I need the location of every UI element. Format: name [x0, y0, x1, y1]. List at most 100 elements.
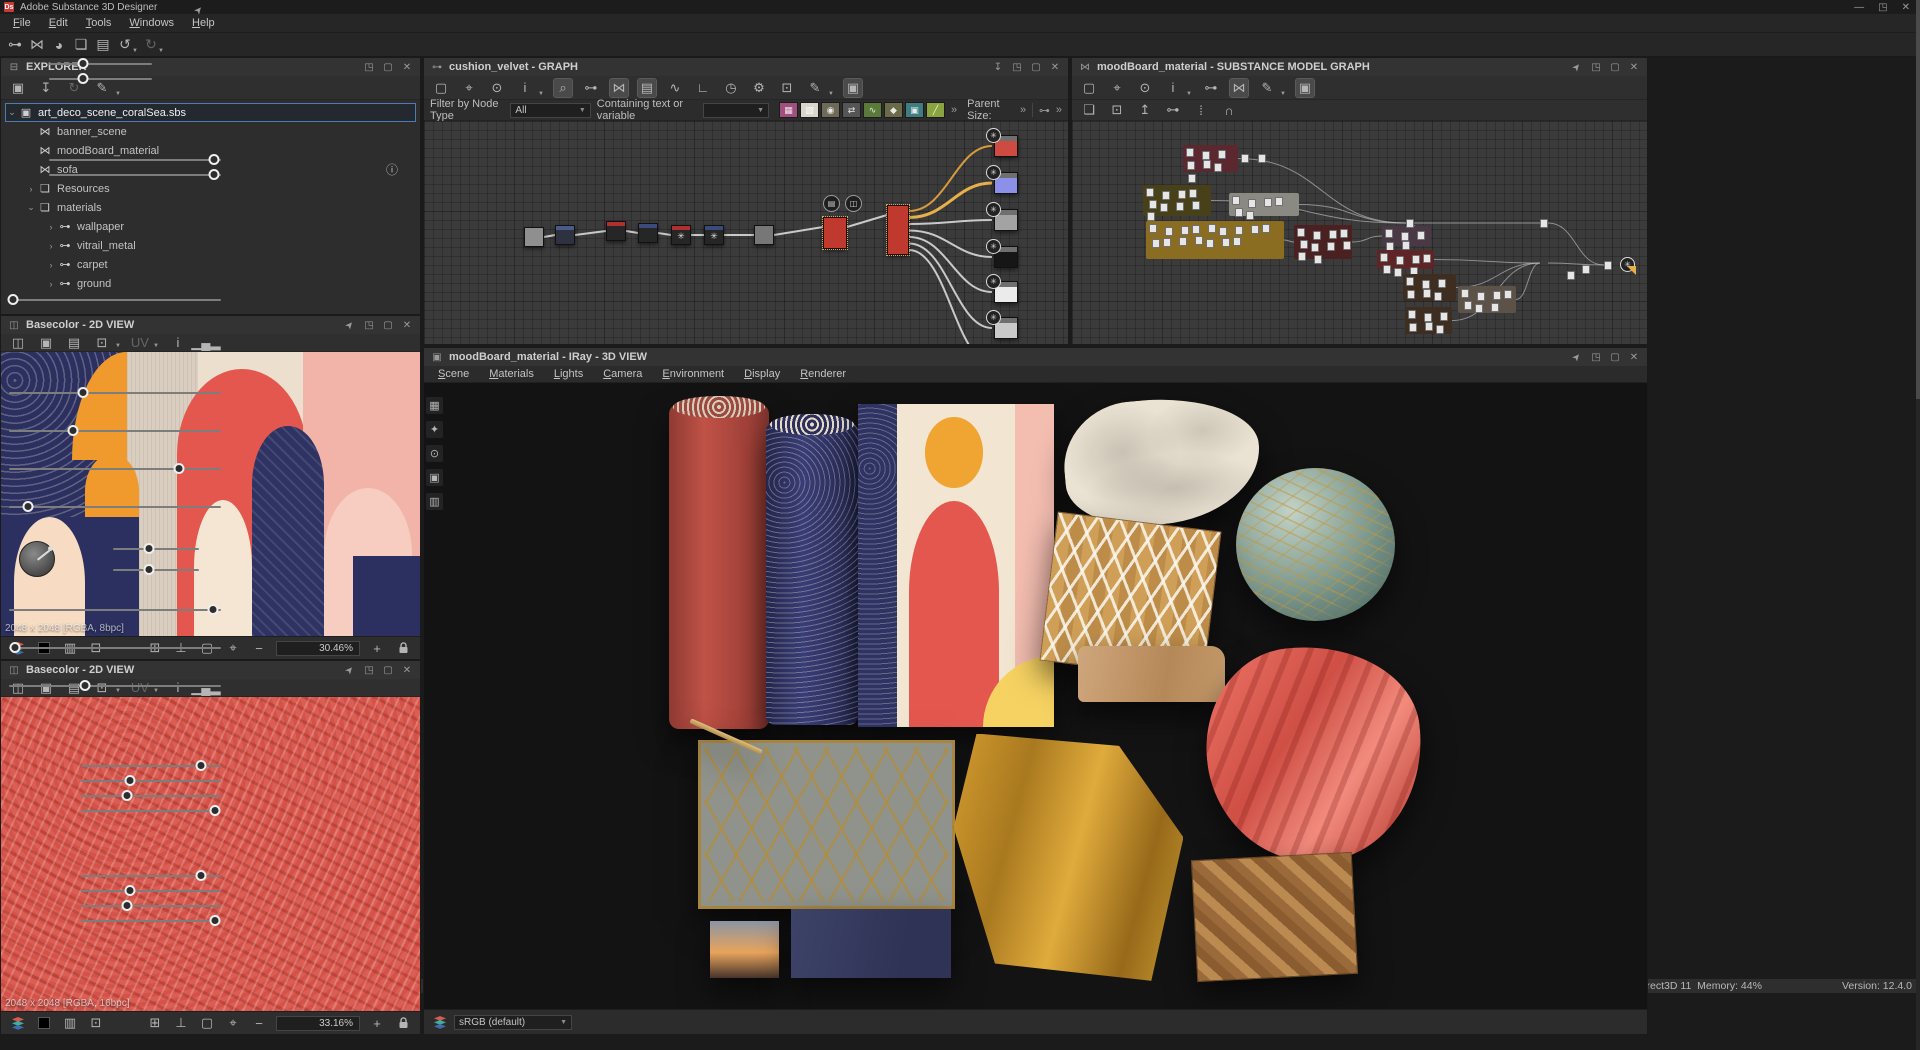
model-node-group-3[interactable]: [1146, 221, 1284, 259]
model-node[interactable]: [1235, 226, 1243, 235]
channel-slider[interactable]: [81, 795, 221, 797]
slider-track[interactable]: [9, 685, 221, 687]
slider-track[interactable]: [113, 569, 199, 571]
save-image-icon[interactable]: ▣: [37, 679, 55, 697]
wire-dot-icon[interactable]: ∿: [666, 79, 684, 97]
image-node-icon[interactable]: ⊡: [1108, 101, 1126, 119]
pin-icon[interactable]: ➤: [341, 661, 358, 679]
model-node[interactable]: [1208, 224, 1216, 233]
model-node[interactable]: [1214, 163, 1222, 172]
dock-icon[interactable]: ↧: [991, 62, 1005, 73]
tree-item-carpet[interactable]: ›⊶carpet: [45, 255, 420, 274]
model-node[interactable]: [1203, 160, 1211, 169]
slider-track[interactable]: [49, 174, 221, 176]
slider-thumb[interactable]: [77, 73, 88, 84]
close-icon[interactable]: ✕: [400, 320, 414, 331]
view3d-menu-lights[interactable]: Lights: [544, 367, 593, 381]
minimize-icon[interactable]: —: [1854, 2, 1864, 13]
uv-toggle-chevron[interactable]: ▼: [153, 343, 159, 351]
channel-slider[interactable]: [81, 765, 221, 767]
graph-node-sel-red[interactable]: [823, 217, 847, 249]
tree-item-sofa[interactable]: ⋈sofaⓘ: [25, 160, 420, 179]
model-node[interactable]: [1222, 238, 1230, 247]
undo-icon-chevron[interactable]: ▼: [132, 48, 138, 56]
model-node[interactable]: [1329, 230, 1337, 239]
zoom-level-field[interactable]: 30.46%: [276, 641, 360, 656]
open-file-icon[interactable]: ❏: [72, 36, 90, 54]
model-node[interactable]: [1162, 191, 1170, 200]
new-from-template-icon[interactable]: ◕: [50, 36, 68, 54]
clean-icon-chevron[interactable]: ▼: [115, 91, 121, 99]
model-node[interactable]: [1407, 290, 1415, 299]
camera-icon[interactable]: ⊙: [426, 445, 443, 462]
fit-view-icon[interactable]: ▢: [198, 1014, 216, 1032]
float-icon[interactable]: ◳: [1589, 352, 1603, 363]
slider-thumb[interactable]: [144, 564, 155, 575]
pin-icon[interactable]: ➤: [1568, 58, 1585, 76]
slider-track[interactable]: [9, 299, 221, 301]
clean-icon[interactable]: ✎: [93, 79, 111, 97]
model-node[interactable]: [1477, 292, 1485, 301]
export-icon-chevron[interactable]: ▼: [115, 688, 121, 696]
model-node[interactable]: [1206, 239, 1214, 248]
graph-view-icon[interactable]: ⋈: [1230, 79, 1248, 97]
tree-chevron[interactable]: ⌄: [6, 107, 18, 118]
model-node[interactable]: [1313, 231, 1321, 240]
model-node[interactable]: [1232, 196, 1240, 205]
model-node[interactable]: [1417, 231, 1425, 240]
model-node[interactable]: [1176, 202, 1184, 211]
model-node[interactable]: [1406, 219, 1414, 228]
model-node[interactable]: [1147, 212, 1155, 221]
model-node[interactable]: [1401, 232, 1409, 241]
compare-icon[interactable]: ◫: [9, 334, 27, 352]
link-size-icon[interactable]: ⊶: [1039, 104, 1050, 117]
model-node-group-0[interactable]: [1183, 145, 1238, 172]
close-icon[interactable]: ✕: [1048, 62, 1062, 73]
tree-chevron[interactable]: ›: [25, 184, 37, 194]
close-icon[interactable]: ✕: [1627, 62, 1641, 73]
slider-thumb[interactable]: [207, 604, 218, 615]
model-node[interactable]: [1343, 241, 1351, 250]
link-icon[interactable]: ⊶: [1202, 79, 1220, 97]
tree-item-materials[interactable]: ⌄❏materials: [25, 198, 420, 217]
model-node[interactable]: [1567, 271, 1575, 280]
new-substance-graph-icon[interactable]: ⊶: [6, 36, 24, 54]
info-icon[interactable]: i: [516, 79, 534, 97]
slider-track[interactable]: [9, 468, 221, 470]
chip-curve[interactable]: ∿: [863, 102, 882, 118]
compute-icon[interactable]: ◷: [722, 79, 740, 97]
model-node[interactable]: [1246, 211, 1254, 220]
histogram-icon[interactable]: ▁▄▂: [197, 679, 215, 697]
model-node-group-2[interactable]: [1229, 193, 1299, 216]
model-node[interactable]: [1298, 252, 1306, 261]
slider-track[interactable]: [9, 506, 221, 508]
model-node[interactable]: [1160, 203, 1168, 212]
model-node[interactable]: [1149, 224, 1157, 233]
model-node[interactable]: [1409, 323, 1417, 332]
model-node[interactable]: [1383, 265, 1391, 274]
model-node-group-8[interactable]: [1405, 307, 1452, 334]
menu-file[interactable]: File: [4, 15, 40, 31]
channel-slider[interactable]: [81, 875, 221, 877]
connect-icon[interactable]: ⊶: [1164, 101, 1182, 119]
model-node[interactable]: [1152, 239, 1160, 248]
model-node[interactable]: [1202, 151, 1210, 160]
zoom-out-icon[interactable]: −: [250, 639, 268, 657]
slider-track[interactable]: [49, 78, 152, 80]
view3d-viewport[interactable]: ▦✦⊙▣▥: [424, 383, 1647, 1009]
maximize-icon[interactable]: ▢: [381, 62, 395, 73]
zoom-in-icon[interactable]: +: [368, 1014, 386, 1032]
model-node[interactable]: [1314, 255, 1322, 264]
pin-icon[interactable]: ➤: [1568, 348, 1585, 366]
model-node[interactable]: [1493, 291, 1501, 300]
containing-input[interactable]: ▼: [703, 103, 769, 118]
graph-node-doc[interactable]: [524, 227, 544, 247]
model-node[interactable]: [1440, 312, 1448, 321]
lock-zoom-icon[interactable]: [394, 1014, 412, 1032]
slider-thumb[interactable]: [23, 501, 34, 512]
thumbnail-icon[interactable]: ⊡: [778, 79, 796, 97]
slider-track[interactable]: [113, 548, 199, 550]
model-node[interactable]: [1233, 237, 1241, 246]
display-icon[interactable]: ▣: [426, 469, 443, 486]
slider-thumb[interactable]: [144, 543, 155, 554]
